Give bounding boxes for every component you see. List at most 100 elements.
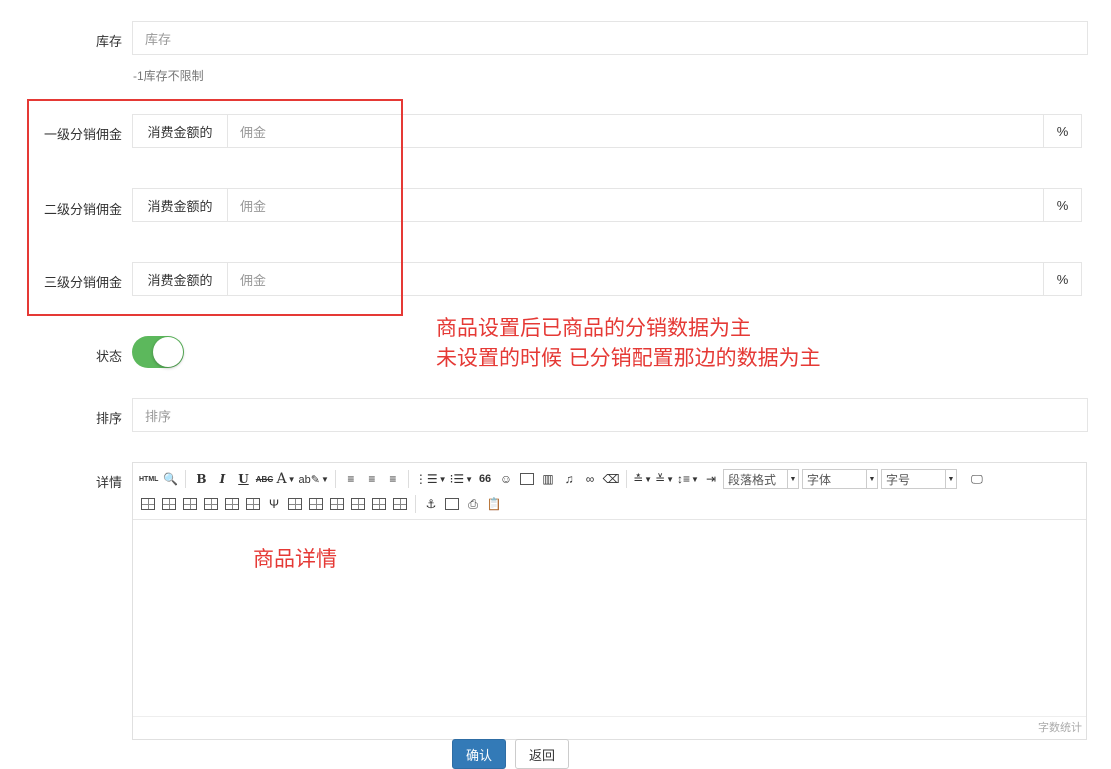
toolbar-row-1: HTML 🔍 B I U ABC A ▼ ab✎ ▼ ≡ ≡ ≡ ⋮☰ ▼ ⁝☰ ▼ 6… xyxy=(139,469,986,489)
bold-button[interactable]: B xyxy=(192,469,210,489)
editor-footer-divider xyxy=(133,716,1086,717)
image-button[interactable] xyxy=(518,469,536,489)
sort-label: 排序 xyxy=(95,411,122,426)
highlighter-icon: ab✎ xyxy=(298,473,320,486)
blockquote-button[interactable]: 66 xyxy=(476,469,494,489)
insert-col-button[interactable] xyxy=(181,494,199,514)
ordered-list-icon: ⋮☰ xyxy=(414,472,438,486)
sort-input[interactable]: 排序 xyxy=(132,398,1088,432)
chevron-down-icon: ▼ xyxy=(287,474,296,484)
back-button[interactable]: 返回 xyxy=(515,739,569,769)
delete-col-button[interactable] xyxy=(244,494,262,514)
toolbar-row-2: Ψ ⚓ ⎙ 📋 xyxy=(139,494,503,514)
commission-level2-suffix: % xyxy=(1044,188,1082,222)
quote-icon: 66 xyxy=(478,473,492,485)
stock-label: 库存 xyxy=(95,34,122,49)
align-left-button[interactable]: ≡ xyxy=(342,469,360,489)
link-button[interactable]: ∞ xyxy=(581,469,599,489)
font-color-button[interactable]: A ▼ xyxy=(276,469,295,489)
preview-button[interactable]: 🔍 xyxy=(161,469,179,489)
split-icon: Ψ xyxy=(268,497,280,511)
word-count: 字数统计 xyxy=(1038,722,1082,734)
submit-button[interactable]: 确认 xyxy=(452,739,506,769)
font-color-icon: A xyxy=(276,471,287,487)
printer-icon: ⎙ xyxy=(468,496,478,511)
toolbar-separator xyxy=(334,470,336,488)
line-height-button[interactable]: ↕≡ ▼ xyxy=(677,469,699,489)
row-spacing-bottom-button[interactable]: ≚ ▼ xyxy=(655,469,674,489)
indent-icon: ⇥ xyxy=(705,472,716,486)
align-right-button[interactable]: ≡ xyxy=(384,469,402,489)
ordered-list-button[interactable]: ⋮☰ ▼ xyxy=(415,469,447,489)
font-size-select[interactable]: 字号 ▼ xyxy=(880,469,957,489)
delete-row-button[interactable] xyxy=(223,494,241,514)
table-props-button[interactable] xyxy=(370,494,388,514)
merge-down-button[interactable] xyxy=(307,494,325,514)
chevron-down-icon: ▼ xyxy=(666,474,675,484)
strikethrough-button[interactable]: ABC xyxy=(255,469,273,489)
split-cells-button[interactable]: Ψ xyxy=(265,494,283,514)
background-color-button[interactable]: ab✎ ▼ xyxy=(299,469,329,489)
paragraph-format-select[interactable]: 段落格式 ▼ xyxy=(722,469,799,489)
details-label: 详情 xyxy=(95,475,122,490)
fullscreen-button[interactable]: 🖵 xyxy=(968,469,986,489)
table-icon xyxy=(141,498,155,510)
status-toggle[interactable] xyxy=(132,336,184,368)
font-family-value: 字体 xyxy=(806,472,831,487)
print-button[interactable]: ⎙ xyxy=(464,494,482,514)
chevron-down-icon: ▼ xyxy=(786,470,798,488)
commission-level3-suffix: % xyxy=(1044,262,1082,296)
commission-level1-suffix: % xyxy=(1044,114,1082,148)
split-cols-icon xyxy=(351,498,365,510)
clear-format-button[interactable]: ⌫ xyxy=(602,469,620,489)
font-family-select[interactable]: 字体 ▼ xyxy=(801,469,878,489)
insert-row-icon xyxy=(162,498,176,510)
split-cols-button[interactable] xyxy=(349,494,367,514)
indent-button[interactable]: ⇥ xyxy=(702,469,720,489)
html-source-button[interactable]: HTML xyxy=(139,469,158,489)
insert-frame-button[interactable] xyxy=(443,494,461,514)
commission-highlight-box xyxy=(27,99,403,316)
spacing-top-icon: ≛ xyxy=(633,472,644,486)
emotion-button[interactable]: ☺ xyxy=(497,469,515,489)
font-size-value: 字号 xyxy=(885,472,910,487)
line-height-icon: ↕≡ xyxy=(677,472,691,486)
chevron-down-icon: ▼ xyxy=(865,470,877,488)
rich-text-editor: HTML 🔍 B I U ABC A ▼ ab✎ ▼ ≡ ≡ ≡ ⋮☰ ▼ ⁝☰ ▼ 6… xyxy=(132,462,1087,740)
sort-placeholder: 排序 xyxy=(145,408,172,424)
toolbar-separator xyxy=(415,495,416,513)
paste-button[interactable]: 📋 xyxy=(485,494,503,514)
stock-help-text: -1库存不限制 xyxy=(133,69,204,83)
bold-icon: B xyxy=(196,472,207,486)
italic-button[interactable]: I xyxy=(213,469,231,489)
music-button[interactable]: ♫ xyxy=(560,469,578,489)
align-center-button[interactable]: ≡ xyxy=(363,469,381,489)
delete-row-icon xyxy=(225,498,239,510)
align-left-icon: ≡ xyxy=(347,472,355,486)
merge-down-icon xyxy=(309,498,323,510)
strikethrough-icon: ABC xyxy=(255,474,274,484)
row-spacing-top-button[interactable]: ≛ ▼ xyxy=(633,469,652,489)
split-rows-icon xyxy=(330,498,344,510)
status-toggle-knob xyxy=(153,337,183,367)
cell-props-button[interactable] xyxy=(391,494,409,514)
split-rows-button[interactable] xyxy=(328,494,346,514)
underline-button[interactable]: U xyxy=(234,469,252,489)
link-icon: ∞ xyxy=(585,472,595,486)
video-button[interactable]: ▥ xyxy=(539,469,557,489)
magnifier-icon: 🔍 xyxy=(162,472,178,486)
anchor-button[interactable]: ⚓ xyxy=(422,494,440,514)
spacing-bottom-icon: ≚ xyxy=(655,472,666,486)
insert-table-button[interactable] xyxy=(139,494,157,514)
stock-input[interactable]: 库存 xyxy=(132,21,1088,55)
unordered-list-button[interactable]: ⁝☰ ▼ xyxy=(450,469,474,489)
toolbar-separator xyxy=(407,470,409,488)
editor-content[interactable]: 商品详情 xyxy=(253,543,337,573)
smiley-icon: ☺ xyxy=(499,472,513,486)
merge-right-button[interactable] xyxy=(286,494,304,514)
merge-cells-button[interactable] xyxy=(202,494,220,514)
paragraph-format-value: 段落格式 xyxy=(727,472,776,487)
insert-row-button[interactable] xyxy=(160,494,178,514)
chevron-down-icon: ▼ xyxy=(438,474,447,484)
editor-toolbar: HTML 🔍 B I U ABC A ▼ ab✎ ▼ ≡ ≡ ≡ ⋮☰ ▼ ⁝☰ ▼ 6… xyxy=(133,463,1086,520)
